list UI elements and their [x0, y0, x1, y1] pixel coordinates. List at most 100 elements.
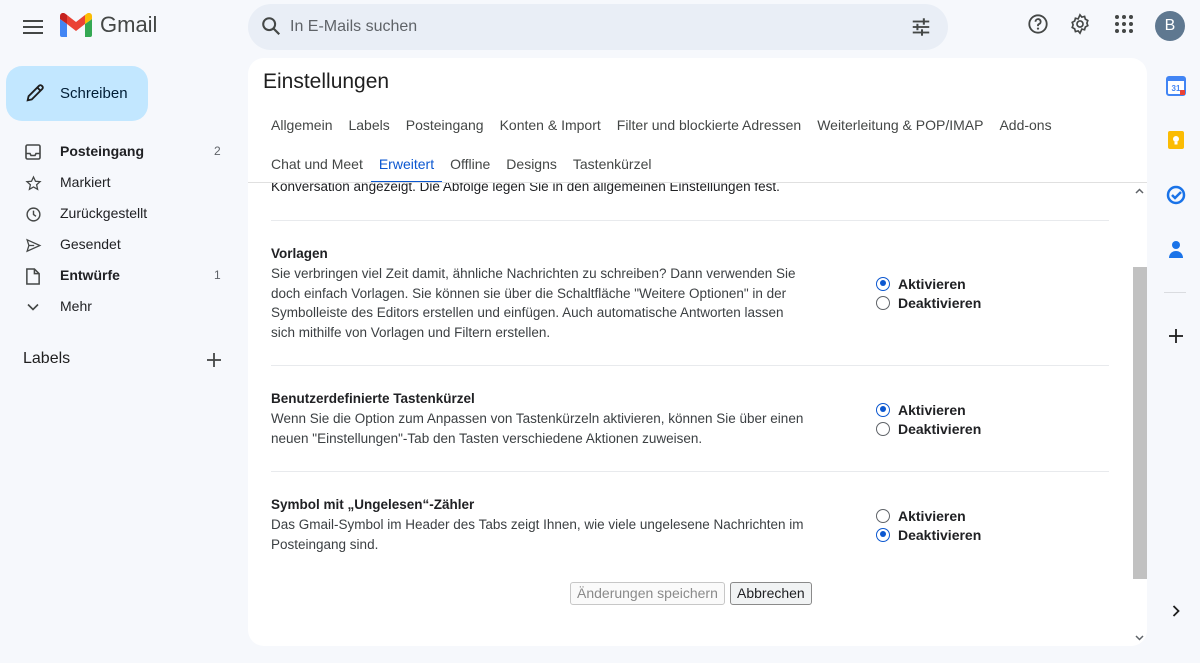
tab-posteingang[interactable]: Posteingang: [398, 111, 492, 139]
radio-unselected-icon: [876, 508, 890, 523]
settings-content: Konversation angezeigt. Die Abfolge lege…: [248, 183, 1133, 646]
star-icon: [24, 174, 42, 192]
sidebar-item-drafts[interactable]: Entwürfe 1: [0, 260, 236, 291]
section-divider: [271, 365, 1109, 366]
contacts-app-button[interactable]: [1165, 238, 1187, 260]
sidebar-item-label: Zurückgestellt: [60, 205, 148, 221]
search-bar[interactable]: [248, 4, 948, 50]
keep-app-button[interactable]: [1165, 129, 1187, 151]
settings-tabs-row-1: Allgemein Labels Posteingang Konten & Im…: [263, 111, 1060, 139]
tab-tastenkuerzel[interactable]: Tastenkürzel: [565, 150, 660, 178]
section-title-unread-icon: Symbol mit „Ungelesen“-Zähler: [271, 497, 475, 512]
gmail-logo[interactable]: Gmail: [60, 12, 157, 38]
radio-selected-icon: [876, 276, 890, 291]
inbox-icon: [24, 143, 42, 161]
scrollbar[interactable]: [1132, 183, 1147, 646]
sidebar-item-label: Mehr: [60, 298, 92, 314]
tab-erweitert[interactable]: Erweitert: [370, 150, 443, 183]
radio-label: Aktivieren: [898, 401, 966, 418]
search-input[interactable]: [290, 4, 890, 50]
gmail-m-icon: [60, 13, 92, 37]
apps-button[interactable]: [1112, 12, 1136, 36]
apps-grid-icon: [1115, 15, 1133, 33]
sidebar-item-label: Markiert: [60, 174, 111, 190]
svg-text:31: 31: [1172, 84, 1181, 93]
section-title-custom-shortcuts: Benutzerdefinierte Tastenkürzel: [271, 391, 475, 406]
shortcuts-disable-radio[interactable]: Deaktivieren: [876, 419, 981, 438]
sidebar-item-starred[interactable]: Markiert: [0, 167, 236, 198]
show-side-panel-button[interactable]: [1165, 600, 1187, 622]
tab-offline[interactable]: Offline: [442, 150, 498, 178]
radio-selected-icon: [876, 527, 890, 542]
page-title: Einstellungen: [263, 70, 390, 93]
sidebar-item-snoozed[interactable]: Zurückgestellt: [0, 198, 236, 229]
sidebar-item-label: Entwürfe: [60, 267, 120, 283]
section-divider: [271, 220, 1109, 221]
radio-label: Aktivieren: [898, 275, 966, 292]
contacts-icon: [1169, 241, 1183, 258]
draft-icon: [24, 267, 42, 285]
tab-designs[interactable]: Designs: [498, 150, 565, 178]
help-button[interactable]: [1026, 12, 1050, 36]
sidebar-item-more[interactable]: Mehr: [0, 291, 236, 322]
add-label-icon[interactable]: [205, 351, 223, 369]
radio-label: Aktivieren: [898, 507, 966, 524]
calendar-app-button[interactable]: 31: [1165, 75, 1187, 97]
scroll-down-icon[interactable]: [1132, 630, 1147, 646]
help-icon: [1028, 14, 1048, 34]
templates-disable-radio[interactable]: Deaktivieren: [876, 293, 981, 312]
compose-button[interactable]: Schreiben: [6, 66, 148, 121]
plus-icon: [1169, 329, 1183, 343]
tab-chat-meet[interactable]: Chat und Meet: [263, 150, 371, 178]
shortcuts-enable-radio[interactable]: Aktivieren: [876, 400, 966, 419]
tasks-app-button[interactable]: [1165, 184, 1187, 206]
section-description-unread-icon: Das Gmail-Symbol im Header des Tabs zeig…: [271, 517, 804, 552]
section-description-templates: Sie verbringen viel Zeit damit, ähnliche…: [271, 266, 796, 340]
partially-visible-text: Konversation angezeigt. Die Abfolge lege…: [271, 183, 780, 194]
send-icon: [24, 236, 42, 254]
tab-allgemein[interactable]: Allgemein: [263, 111, 340, 139]
cancel-button[interactable]: Abbrechen: [730, 582, 812, 605]
tab-labels[interactable]: Labels: [340, 111, 397, 139]
save-changes-button[interactable]: Änderungen speichern: [570, 582, 725, 605]
gear-icon: [1071, 13, 1089, 35]
settings-button[interactable]: [1068, 12, 1092, 36]
section-description-custom-shortcuts: Wenn Sie die Option zum Anpassen von Tas…: [271, 411, 804, 446]
main-menu-button[interactable]: [14, 8, 52, 46]
scrollbar-thumb[interactable]: [1133, 267, 1147, 579]
section-title-templates: Vorlagen: [271, 246, 328, 261]
search-icon[interactable]: [260, 15, 282, 37]
pencil-icon: [26, 84, 44, 102]
search-options-icon[interactable]: [910, 16, 932, 38]
clock-icon: [24, 205, 42, 223]
compose-label: Schreiben: [60, 85, 128, 102]
chevron-down-icon: [24, 298, 42, 316]
tab-konten-import[interactable]: Konten & Import: [492, 111, 609, 139]
templates-enable-radio[interactable]: Aktivieren: [876, 274, 966, 293]
unread-icon-enable-radio[interactable]: Aktivieren: [876, 506, 966, 525]
tasks-icon: [1166, 185, 1186, 205]
section-divider: [271, 471, 1109, 472]
tab-weiterleitung[interactable]: Weiterleitung & POP/IMAP: [809, 111, 991, 139]
sidebar-item-label: Gesendet: [60, 236, 121, 252]
radio-unselected-icon: [876, 295, 890, 310]
radio-unselected-icon: [876, 421, 890, 436]
sidebar-item-sent[interactable]: Gesendet: [0, 229, 236, 260]
keep-notes-icon: [1168, 131, 1184, 149]
draft-count: 1: [214, 268, 221, 282]
unread-icon-disable-radio[interactable]: Deaktivieren: [876, 525, 981, 544]
radio-label: Deaktivieren: [898, 420, 982, 437]
radio-selected-icon: [876, 402, 890, 417]
settings-tabs-row-2: Chat und Meet Erweitert Offline Designs …: [263, 150, 660, 183]
tab-filter[interactable]: Filter und blockierte Adressen: [609, 111, 809, 139]
sidebar-item-label: Posteingang: [60, 143, 145, 159]
radio-label: Deaktivieren: [898, 294, 982, 311]
scroll-up-icon[interactable]: [1132, 183, 1147, 199]
rail-divider: [1164, 292, 1186, 293]
calendar-icon: 31: [1166, 76, 1186, 96]
avatar[interactable]: B: [1155, 11, 1185, 41]
sidebar-item-inbox[interactable]: Posteingang 2: [0, 136, 236, 167]
settings-panel: Einstellungen Allgemein Labels Posteinga…: [248, 58, 1147, 646]
get-addons-button[interactable]: [1165, 325, 1187, 347]
tab-addons[interactable]: Add-ons: [991, 111, 1059, 139]
